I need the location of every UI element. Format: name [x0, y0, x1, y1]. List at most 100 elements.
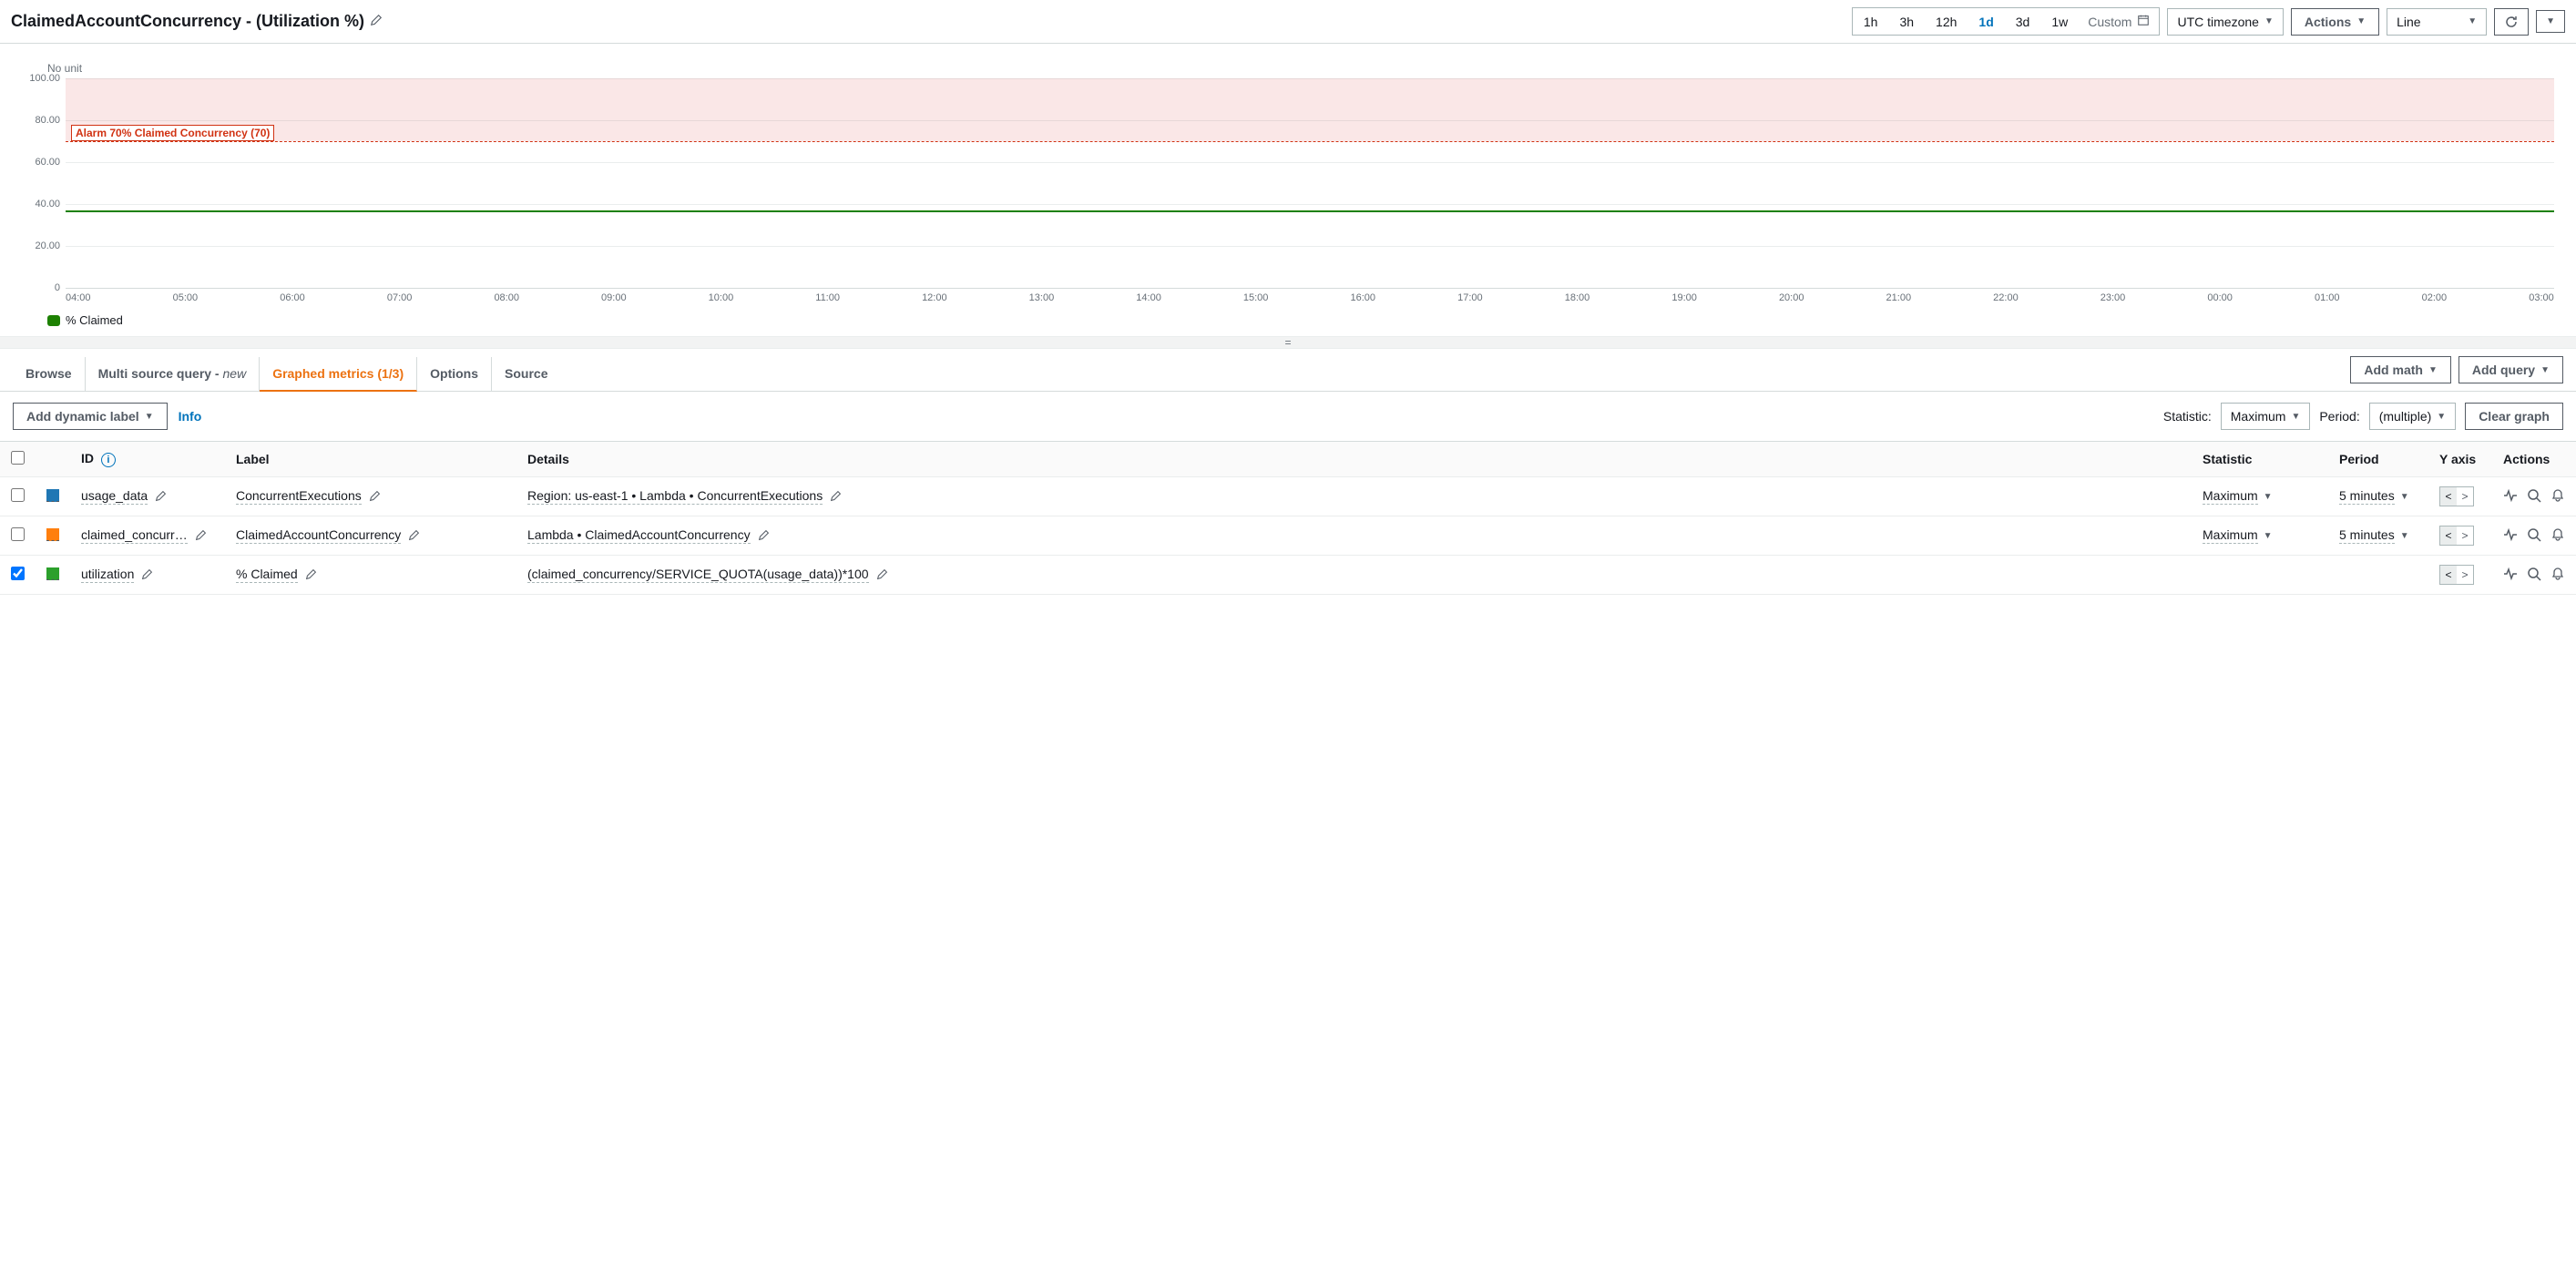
edit-icon[interactable]: [876, 567, 888, 582]
chart-y-label: No unit: [47, 62, 2563, 75]
alarm-bell-icon[interactable]: [2550, 567, 2565, 584]
tab-graphed-metrics[interactable]: Graphed metrics (1/3): [260, 357, 417, 392]
chart-x-tick: 14:00: [1136, 292, 1161, 308]
caret-down-icon: ▼: [2468, 16, 2477, 26]
actions-menu[interactable]: Actions ▼: [2291, 8, 2379, 36]
edit-icon[interactable]: [369, 489, 381, 504]
edit-icon[interactable]: [758, 528, 770, 543]
time-range-1d[interactable]: 1d: [1968, 9, 2004, 35]
col-header-actions: Actions: [2492, 442, 2576, 477]
chart-x-tick: 06:00: [280, 292, 305, 308]
chart-x-axis: 04:0005:0006:0007:0008:0009:0010:0011:00…: [66, 288, 2554, 308]
chart-plot: 020.0040.0060.0080.00100.00Alarm 70% Cla…: [66, 78, 2554, 288]
col-header-id: ID i: [70, 442, 225, 477]
yaxis-right-button[interactable]: >: [2457, 487, 2473, 506]
duplicate-icon[interactable]: [2503, 527, 2518, 545]
metrics-sub-toolbar: Add dynamic label ▼ Info Statistic: Maxi…: [0, 392, 2576, 441]
timezone-select[interactable]: UTC timezone ▼: [2167, 8, 2283, 36]
select-all-checkbox[interactable]: [11, 451, 25, 465]
period-select[interactable]: (multiple) ▼: [2369, 403, 2456, 430]
clear-graph-button[interactable]: Clear graph: [2465, 403, 2563, 430]
yaxis-left-button[interactable]: <: [2440, 487, 2457, 506]
chart-y-tick: 100.00: [20, 73, 60, 84]
chart-series-line: [66, 210, 2554, 212]
more-button[interactable]: ▼: [2536, 10, 2565, 33]
yaxis-toggle: <>: [2439, 526, 2474, 546]
edit-icon[interactable]: [305, 567, 317, 582]
panel-resize-handle[interactable]: =: [0, 336, 2576, 349]
time-range-3d[interactable]: 3d: [2005, 9, 2041, 35]
add-dynamic-label-button[interactable]: Add dynamic label ▼: [13, 403, 168, 430]
table-row: utilization% Claimed(claimed_concurrency…: [0, 556, 2576, 595]
row-statistic-select[interactable]: Maximum▼: [2203, 488, 2273, 505]
row-statistic-select[interactable]: Maximum▼: [2203, 527, 2273, 544]
page-title: ClaimedAccountConcurrency - (Utilization…: [11, 12, 364, 31]
period-label: Period:: [2319, 409, 2359, 424]
info-icon[interactable]: i: [101, 453, 116, 467]
metrics-table: ID i Label Details Statistic Period Y ax…: [0, 441, 2576, 595]
tab-multi-source[interactable]: Multi source query - new: [86, 357, 261, 391]
chart-x-tick: 00:00: [2207, 292, 2233, 308]
edit-icon[interactable]: [155, 489, 167, 504]
row-period-value: 5 minutes: [2339, 488, 2395, 505]
yaxis-right-button[interactable]: >: [2457, 526, 2473, 545]
duplicate-icon[interactable]: [2503, 488, 2518, 506]
time-range-1h[interactable]: 1h: [1853, 9, 1889, 35]
time-range-3h[interactable]: 3h: [1888, 9, 1925, 35]
alarm-bell-icon[interactable]: [2550, 527, 2565, 545]
row-checkbox[interactable]: [11, 527, 25, 541]
duplicate-icon[interactable]: [2503, 567, 2518, 584]
chart-x-tick: 10:00: [709, 292, 734, 308]
search-icon[interactable]: [2527, 567, 2541, 584]
row-checkbox[interactable]: [11, 488, 25, 502]
time-range-custom[interactable]: Custom: [2079, 8, 2159, 35]
statistic-label: Statistic:: [2163, 409, 2212, 424]
add-query-button[interactable]: Add query ▼: [2458, 356, 2563, 383]
edit-title-icon[interactable]: [370, 14, 383, 29]
caret-down-icon: ▼: [2540, 365, 2550, 375]
search-icon[interactable]: [2527, 488, 2541, 506]
chart-gridline: [66, 162, 2554, 163]
row-color-swatch[interactable]: [46, 528, 59, 541]
yaxis-right-button[interactable]: >: [2457, 566, 2473, 584]
edit-icon[interactable]: [141, 567, 153, 582]
title-wrap: ClaimedAccountConcurrency - (Utilization…: [11, 12, 1845, 31]
yaxis-left-button[interactable]: <: [2440, 566, 2457, 584]
caret-down-icon: ▼: [2546, 16, 2555, 26]
legend-label: % Claimed: [66, 313, 123, 327]
info-link[interactable]: Info: [179, 409, 202, 424]
row-period-select[interactable]: 5 minutes▼: [2339, 527, 2409, 544]
chart-type-select[interactable]: Line ▼: [2387, 8, 2487, 36]
statistic-select[interactable]: Maximum ▼: [2221, 403, 2311, 430]
alarm-bell-icon[interactable]: [2550, 488, 2565, 506]
chart-y-tick: 40.00: [20, 199, 60, 210]
col-header-color: [36, 442, 70, 477]
clear-graph-label: Clear graph: [2479, 409, 2550, 424]
row-color-swatch[interactable]: [46, 489, 59, 502]
edit-icon[interactable]: [408, 528, 420, 543]
row-color-swatch[interactable]: [46, 567, 59, 580]
row-id: claimed_concurr…: [81, 527, 188, 544]
refresh-button[interactable]: [2494, 8, 2529, 36]
tab-options[interactable]: Options: [417, 357, 492, 391]
time-range-custom-label: Custom: [2088, 15, 2131, 29]
chart-y-tick: 60.00: [20, 157, 60, 168]
time-range-1w[interactable]: 1w: [2040, 9, 2079, 35]
chart-x-tick: 12:00: [922, 292, 947, 308]
yaxis-left-button[interactable]: <: [2440, 526, 2457, 545]
edit-icon[interactable]: [195, 528, 207, 543]
chart-x-tick: 04:00: [66, 292, 91, 308]
time-range-12h[interactable]: 12h: [1925, 9, 1968, 35]
edit-icon[interactable]: [830, 489, 842, 504]
caret-down-icon: ▼: [2400, 492, 2409, 502]
row-period-select[interactable]: 5 minutes ▼: [2339, 488, 2409, 505]
search-icon[interactable]: [2527, 527, 2541, 545]
table-row: usage_dataConcurrentExecutionsRegion: us…: [0, 477, 2576, 516]
add-math-button[interactable]: Add math ▼: [2350, 356, 2450, 383]
chart-x-tick: 09:00: [601, 292, 627, 308]
tab-source[interactable]: Source: [492, 357, 560, 391]
chart-gridline: [66, 204, 2554, 205]
row-checkbox[interactable]: [11, 567, 25, 580]
tab-browse[interactable]: Browse: [13, 357, 86, 391]
col-header-details: Details: [516, 442, 2192, 477]
